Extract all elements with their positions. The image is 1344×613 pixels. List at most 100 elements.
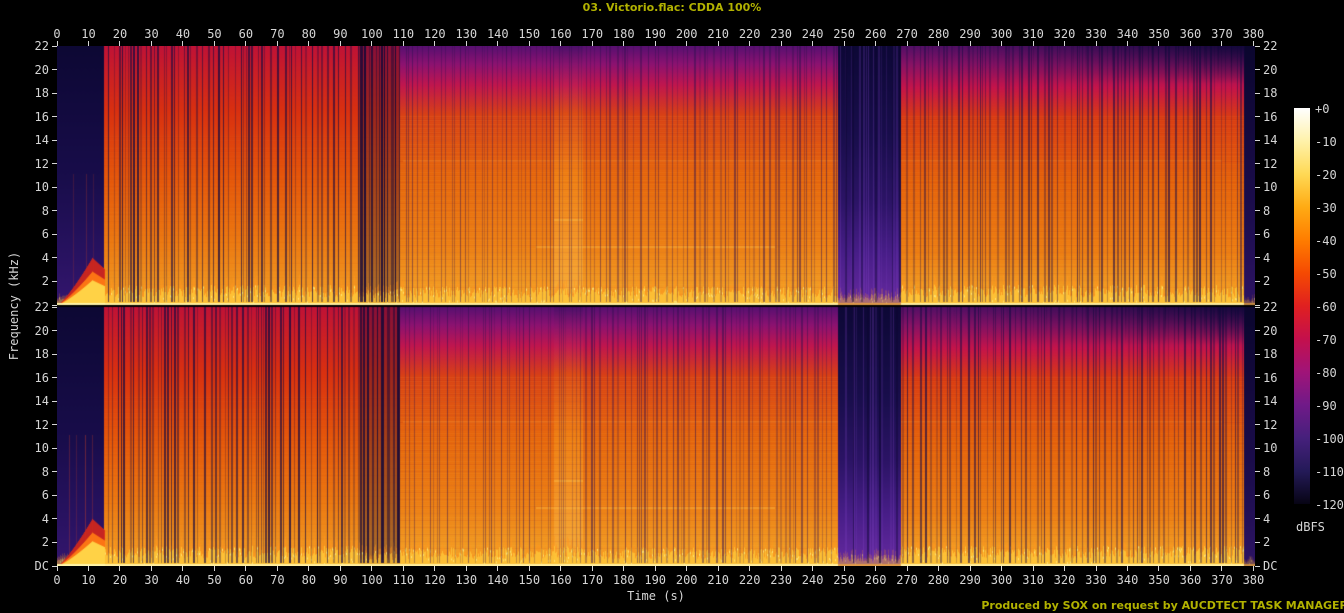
time-tick-label: 310 <box>1022 27 1044 41</box>
time-tick-label: 10 <box>81 27 96 41</box>
freq-tick-label: 10 <box>34 441 49 456</box>
time-tick-mark <box>1221 566 1223 571</box>
time-tick-label: 270 <box>896 27 918 41</box>
time-tick-mark <box>1095 566 1097 571</box>
freq-tick-mark <box>52 69 57 71</box>
time-tick-label: 170 <box>581 27 604 41</box>
freq-tick-label: DC <box>34 559 49 573</box>
colorbar-tick-label: +0 <box>1315 102 1330 116</box>
time-tick-mark <box>1064 41 1066 46</box>
freq-tick-label: 4 <box>1263 250 1271 265</box>
time-tick-mark <box>812 566 814 571</box>
time-tick-mark <box>906 41 908 46</box>
freq-tick-mark <box>1255 565 1260 567</box>
time-tick-mark <box>1001 41 1003 46</box>
time-tick-label: 30 <box>144 27 159 41</box>
time-tick-label: 310 <box>1022 573 1044 587</box>
freq-tick-label: 6 <box>1263 488 1271 503</box>
freq-tick-label: 10 <box>34 180 49 195</box>
freq-tick-mark <box>1255 306 1260 308</box>
time-tick-mark <box>276 41 278 46</box>
spectrogram-window: 03. Victorio.flac: CDDA 100% 0 0 10 10 20 20 3… <box>0 0 1344 613</box>
time-tick-mark <box>182 41 184 46</box>
time-tick-label: 60 <box>238 573 254 587</box>
time-tick-mark <box>717 41 719 46</box>
time-tick-mark <box>875 566 877 571</box>
freq-tick-mark <box>1255 304 1260 306</box>
time-tick-mark <box>623 41 625 46</box>
time-tick-mark <box>812 41 814 46</box>
time-tick-mark <box>591 41 593 46</box>
time-tick-mark <box>276 566 278 571</box>
time-tick-mark <box>1189 41 1191 46</box>
colorbar-tick-label: -110 <box>1315 465 1344 479</box>
time-tick-label: 40 <box>175 27 191 41</box>
freq-tick-label: 2 <box>41 535 49 550</box>
freq-tick-label: 2 <box>41 274 49 289</box>
freq-tick-mark <box>1255 424 1260 426</box>
colorbar-tick-label: -100 <box>1315 432 1344 446</box>
freq-tick-mark <box>52 233 57 235</box>
time-tick-label: 210 <box>707 573 730 587</box>
time-tick-label: 20 <box>112 27 128 41</box>
freq-tick-label: 10 <box>1263 180 1278 195</box>
time-tick-mark <box>843 41 845 46</box>
time-tick-mark <box>1252 41 1254 46</box>
time-tick-mark <box>560 566 562 571</box>
freq-tick-label: 22 <box>1263 39 1278 53</box>
time-tick-label: 240 <box>801 573 824 587</box>
time-tick-label: 360 <box>1179 573 1202 587</box>
time-tick-label: 180 <box>612 27 635 41</box>
time-tick-label: 100 <box>361 27 383 41</box>
freq-tick-label: 16 <box>34 109 49 124</box>
time-tick-label: 200 <box>675 27 698 41</box>
page-title: 03. Victorio.flac: CDDA 100% <box>582 1 762 14</box>
time-tick-label: 140 <box>486 573 509 587</box>
colorbar-tick-label: -20 <box>1315 168 1337 182</box>
time-tick-label: 230 <box>770 573 792 587</box>
freq-tick-label: 16 <box>1263 370 1278 385</box>
time-tick-label: 320 <box>1053 573 1076 587</box>
time-tick-mark <box>1064 566 1066 571</box>
time-tick-label: 360 <box>1179 27 1202 41</box>
time-tick-label: 70 <box>270 27 285 41</box>
freq-tick-mark <box>1255 257 1260 259</box>
freq-tick-mark <box>1255 139 1260 141</box>
time-tick-label: 130 <box>455 573 478 587</box>
time-tick-mark <box>1221 41 1223 46</box>
time-tick-mark <box>969 41 971 46</box>
colorbar-tick-label: -80 <box>1315 366 1337 380</box>
time-tick-label: 220 <box>738 27 761 41</box>
freq-tick-mark <box>1255 494 1260 496</box>
freq-tick-label: 14 <box>1263 394 1278 409</box>
freq-tick-label: 22 <box>1263 300 1278 314</box>
time-tick-mark <box>339 566 341 571</box>
freq-tick-label: 18 <box>34 86 49 101</box>
freq-tick-mark <box>1255 210 1260 212</box>
time-tick-mark <box>465 41 467 46</box>
dbfs-colorbar <box>1294 108 1310 504</box>
time-tick-mark <box>308 41 310 46</box>
time-tick-label: 110 <box>392 27 415 41</box>
freq-tick-label: 8 <box>41 464 49 479</box>
colorbar-tick-label: -60 <box>1315 300 1337 314</box>
time-tick-mark <box>1095 41 1097 46</box>
time-tick-mark <box>371 41 373 46</box>
time-tick-mark <box>213 41 215 46</box>
colorbar-tick-label: -70 <box>1315 333 1337 347</box>
time-tick-label: 120 <box>423 27 446 41</box>
freq-tick-label: 2 <box>1263 535 1271 550</box>
freq-tick-mark <box>52 210 57 212</box>
freq-tick-mark <box>52 541 57 543</box>
time-tick-mark <box>528 566 530 571</box>
freq-tick-mark <box>1255 447 1260 449</box>
freq-tick-label: 20 <box>1263 323 1278 338</box>
freq-tick-mark <box>1255 471 1260 473</box>
freq-tick-mark <box>52 518 57 520</box>
freq-tick-mark <box>1255 163 1260 165</box>
time-tick-mark <box>528 41 530 46</box>
time-tick-label: 210 <box>707 27 730 41</box>
freq-tick-mark <box>52 306 57 308</box>
freq-tick-label: 10 <box>1263 441 1278 456</box>
time-tick-mark <box>245 41 247 46</box>
